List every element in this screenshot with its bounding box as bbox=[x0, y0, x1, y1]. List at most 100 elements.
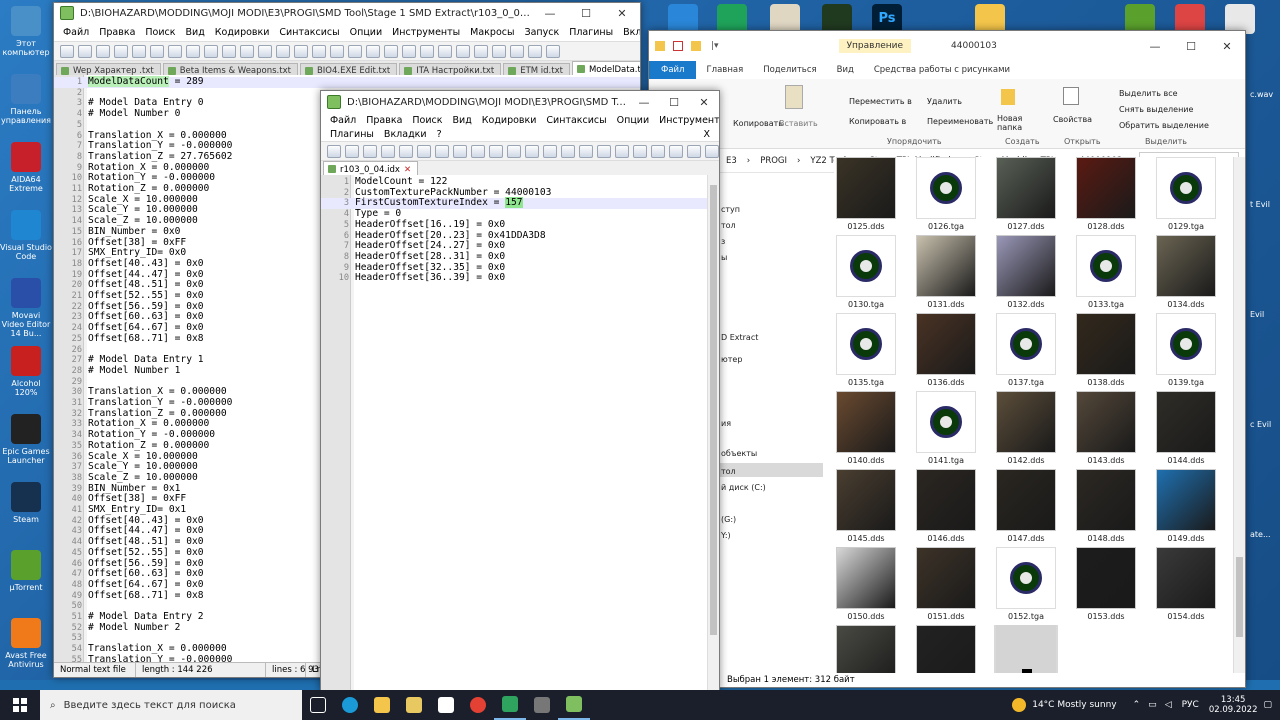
app-icon[interactable] bbox=[398, 690, 430, 720]
toolbar-button[interactable] bbox=[402, 44, 416, 58]
toolbar-button[interactable] bbox=[474, 44, 488, 58]
menu-item[interactable]: Файл bbox=[325, 115, 361, 126]
file-item[interactable]: 0125.dds bbox=[834, 157, 898, 232]
notepad-taskbar-icon[interactable] bbox=[558, 690, 590, 720]
copy-to-button[interactable]: Копировать в bbox=[849, 117, 906, 126]
select-all-button[interactable]: Выделить все bbox=[1119, 89, 1178, 98]
menu-item[interactable]: Плагины bbox=[564, 27, 618, 38]
maximize-button[interactable]: ☐ bbox=[1173, 34, 1209, 58]
desktop-icon-label[interactable]: ate... bbox=[1250, 530, 1271, 539]
toolbar-button[interactable] bbox=[669, 144, 683, 158]
toolbar-button[interactable] bbox=[366, 44, 380, 58]
minimize-button[interactable]: — bbox=[1137, 34, 1173, 58]
qat-dropdown-icon[interactable]: |▾ bbox=[711, 41, 719, 51]
nav-item[interactable]: (G:) bbox=[721, 515, 736, 524]
toolbar-button[interactable] bbox=[687, 144, 701, 158]
menu-item[interactable]: Поиск bbox=[407, 115, 447, 126]
minimize-button[interactable]: — bbox=[532, 3, 568, 23]
file-item[interactable]: 0147.dds bbox=[994, 469, 1058, 544]
file-item[interactable]: 0148.dds bbox=[1074, 469, 1138, 544]
file-item[interactable]: 0156.dds bbox=[914, 625, 978, 675]
file-item[interactable]: 0146.dds bbox=[914, 469, 978, 544]
toolbar-button[interactable] bbox=[489, 144, 503, 158]
file-item[interactable]: 0137.tga bbox=[994, 313, 1058, 388]
toolbar-button[interactable] bbox=[330, 44, 344, 58]
file-item[interactable]: 0151.dds bbox=[914, 547, 978, 622]
toolbar-button[interactable] bbox=[579, 144, 593, 158]
desktop-icon-label[interactable]: Evil bbox=[1250, 310, 1264, 319]
menu-item[interactable]: Кодировки bbox=[210, 27, 275, 38]
app-icon[interactable] bbox=[526, 690, 558, 720]
notifications-icon[interactable]: ▢ bbox=[1263, 700, 1272, 710]
toolbar-button[interactable] bbox=[96, 44, 110, 58]
menu-item[interactable]: Инструменты bbox=[387, 27, 465, 38]
check-icon[interactable] bbox=[673, 41, 683, 51]
menu-item[interactable]: Синтаксисы bbox=[541, 115, 611, 126]
file-item[interactable]: 0145.dds bbox=[834, 469, 898, 544]
toolbar-button[interactable] bbox=[384, 44, 398, 58]
editor[interactable]: 1 ModelCount = 122 2 CustomTexturePackNumbe… bbox=[321, 175, 707, 691]
scrollbar[interactable] bbox=[707, 175, 719, 691]
file-item[interactable]: 0153.dds bbox=[1074, 547, 1138, 622]
new-folder-button[interactable]: Новая папка bbox=[997, 114, 1031, 132]
menu-item[interactable]: Вкладки bbox=[618, 27, 640, 38]
toolbar-button[interactable] bbox=[222, 44, 236, 58]
toolbar-button[interactable] bbox=[399, 144, 413, 158]
desktop-icon[interactable]: Visual Studio Code bbox=[0, 210, 52, 261]
toolbar-button[interactable] bbox=[651, 144, 665, 158]
menu-item[interactable]: Правка bbox=[94, 27, 140, 38]
desktop-icon[interactable]: AIDA64 Extreme bbox=[0, 142, 52, 193]
file-item[interactable]: 0128.dds bbox=[1074, 157, 1138, 232]
tray-chevron-icon[interactable]: ⌃ bbox=[1133, 700, 1141, 710]
toolbar-button[interactable] bbox=[363, 144, 377, 158]
toolbar-button[interactable] bbox=[381, 144, 395, 158]
minimize-button[interactable]: — bbox=[629, 91, 659, 113]
invert-selection-button[interactable]: Обратить выделение bbox=[1119, 121, 1209, 130]
file-item[interactable]: 0130.tga bbox=[834, 235, 898, 310]
desktop-icon[interactable]: Steam bbox=[0, 482, 52, 524]
file-item[interactable]: 0136.dds bbox=[914, 313, 978, 388]
menu-item[interactable]: Поиск bbox=[140, 27, 180, 38]
desktop-icon-label[interactable]: c Evil bbox=[1250, 420, 1271, 429]
file-item[interactable]: 0140.dds bbox=[834, 391, 898, 466]
file-item[interactable]: 0152.tga bbox=[994, 547, 1058, 622]
desktop-icon[interactable]: µTorrent bbox=[0, 550, 52, 592]
toolbar-button[interactable] bbox=[294, 44, 308, 58]
ribbon-tab[interactable]: Файл bbox=[649, 61, 697, 79]
desktop-icon[interactable]: Этот компьютер bbox=[0, 6, 52, 57]
nav-item[interactable]: ютер bbox=[721, 355, 742, 364]
toolbar-button[interactable] bbox=[492, 44, 506, 58]
start-button[interactable] bbox=[0, 690, 40, 720]
close-button[interactable]: ✕ bbox=[689, 91, 719, 113]
toolbar-button[interactable] bbox=[60, 44, 74, 58]
menu-item[interactable]: Плагины bbox=[325, 129, 379, 140]
toolbar-button[interactable] bbox=[114, 44, 128, 58]
file-item[interactable]: 0134.dds bbox=[1154, 235, 1218, 310]
toolbar-button[interactable] bbox=[507, 144, 521, 158]
menu-item[interactable]: Кодировки bbox=[477, 115, 542, 126]
toolbar-button[interactable] bbox=[528, 44, 542, 58]
volume-icon[interactable]: ◁ bbox=[1165, 700, 1172, 710]
clock[interactable]: 13:45 02.09.2022 bbox=[1209, 695, 1258, 715]
file-item[interactable]: 0157.dds bbox=[994, 625, 1058, 675]
nav-item[interactable]: ия bbox=[721, 419, 731, 428]
toolbar-button[interactable] bbox=[525, 144, 539, 158]
copy-button[interactable]: Копировать bbox=[733, 119, 783, 128]
desktop-icon[interactable]: Epic Games Launcher bbox=[0, 414, 52, 465]
close-document-button[interactable]: X bbox=[698, 129, 715, 140]
ribbon-tab[interactable]: Средства работы с рисунками bbox=[864, 65, 1020, 75]
file-item[interactable]: 0143.dds bbox=[1074, 391, 1138, 466]
toolbar-button[interactable] bbox=[150, 44, 164, 58]
file-item[interactable]: 0132.dds bbox=[994, 235, 1058, 310]
nav-item[interactable]: объекты bbox=[721, 449, 757, 458]
file-item[interactable]: 0144.dds bbox=[1154, 391, 1218, 466]
menu-item[interactable]: Инструменты bbox=[654, 115, 719, 126]
toolbar-button[interactable] bbox=[633, 144, 647, 158]
maximize-button[interactable]: ☐ bbox=[568, 3, 604, 23]
toolbar-button[interactable] bbox=[417, 144, 431, 158]
file-item[interactable]: 0149.dds bbox=[1154, 469, 1218, 544]
toolbar-button[interactable] bbox=[453, 144, 467, 158]
file-item[interactable]: 0155.dds bbox=[834, 625, 898, 675]
weather-text[interactable]: 14°C Mostly sunny bbox=[1032, 700, 1116, 710]
desktop-icon-label[interactable]: c.wav bbox=[1250, 90, 1273, 99]
